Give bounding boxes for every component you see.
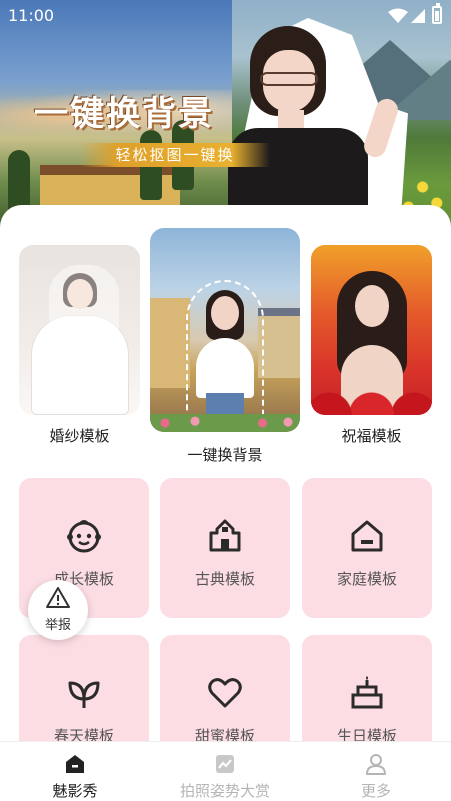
status-time: 11:00 <box>8 6 55 25</box>
user-icon <box>366 754 386 775</box>
banner-subtitle: 轻松抠图一键换 <box>80 143 270 167</box>
heart-icon <box>208 678 242 708</box>
feature-label: 祝福模板 <box>341 427 402 445</box>
wedding-thumbnail <box>19 245 140 415</box>
tile-label: 古典模板 <box>194 570 255 588</box>
main-content: 婚纱模板 一键换背景 祝福模板 成长模板 古典模板 家庭模板 春天模板 甜蜜模板… <box>0 205 451 775</box>
status-bar: 11:00 <box>0 0 451 32</box>
birthday-cake-icon <box>351 676 383 709</box>
feature-wedding-template[interactable]: 婚纱模板 <box>19 245 140 445</box>
tile-family-template[interactable]: 家庭模板 <box>302 478 432 618</box>
battery-icon <box>432 3 442 24</box>
nav-label: 魅影秀 <box>52 782 98 800</box>
banner-title: 一键换背景 <box>34 94 214 134</box>
nav-tab-home[interactable]: 魅影秀 <box>28 742 122 801</box>
feature-blessing-template[interactable]: 祝福模板 <box>311 245 432 445</box>
image-icon <box>216 755 234 773</box>
home-icon <box>351 520 383 552</box>
baby-face-icon <box>67 520 101 553</box>
bottom-navigation: 魅影秀 拍照姿势大赏 更多 <box>0 741 451 801</box>
nav-tab-pose-gallery[interactable]: 拍照姿势大赏 <box>165 742 285 801</box>
nav-label: 拍照姿势大赏 <box>179 782 270 800</box>
classical-house-icon <box>209 519 241 552</box>
sprout-icon <box>68 681 100 708</box>
feature-background-swap[interactable]: 一键换背景 <box>150 228 300 464</box>
report-label: 举报 <box>44 618 71 633</box>
report-button[interactable]: 举报 <box>28 580 88 640</box>
home-filled-icon <box>66 755 84 773</box>
blessing-thumbnail <box>311 245 432 415</box>
tile-label: 家庭模板 <box>336 570 397 588</box>
nav-tab-more[interactable]: 更多 <box>336 742 416 801</box>
warning-icon <box>46 587 70 608</box>
nav-label: 更多 <box>360 782 391 800</box>
signal-icon <box>411 9 425 23</box>
banner-model-image <box>208 18 408 230</box>
hero-banner[interactable]: 一键换背景 轻松抠图一键换 <box>0 0 451 230</box>
wifi-icon <box>388 8 408 23</box>
background-swap-thumbnail <box>150 228 300 432</box>
feature-label: 婚纱模板 <box>49 427 110 445</box>
tile-classical-template[interactable]: 古典模板 <box>160 478 290 618</box>
feature-label: 一键换背景 <box>187 446 263 464</box>
